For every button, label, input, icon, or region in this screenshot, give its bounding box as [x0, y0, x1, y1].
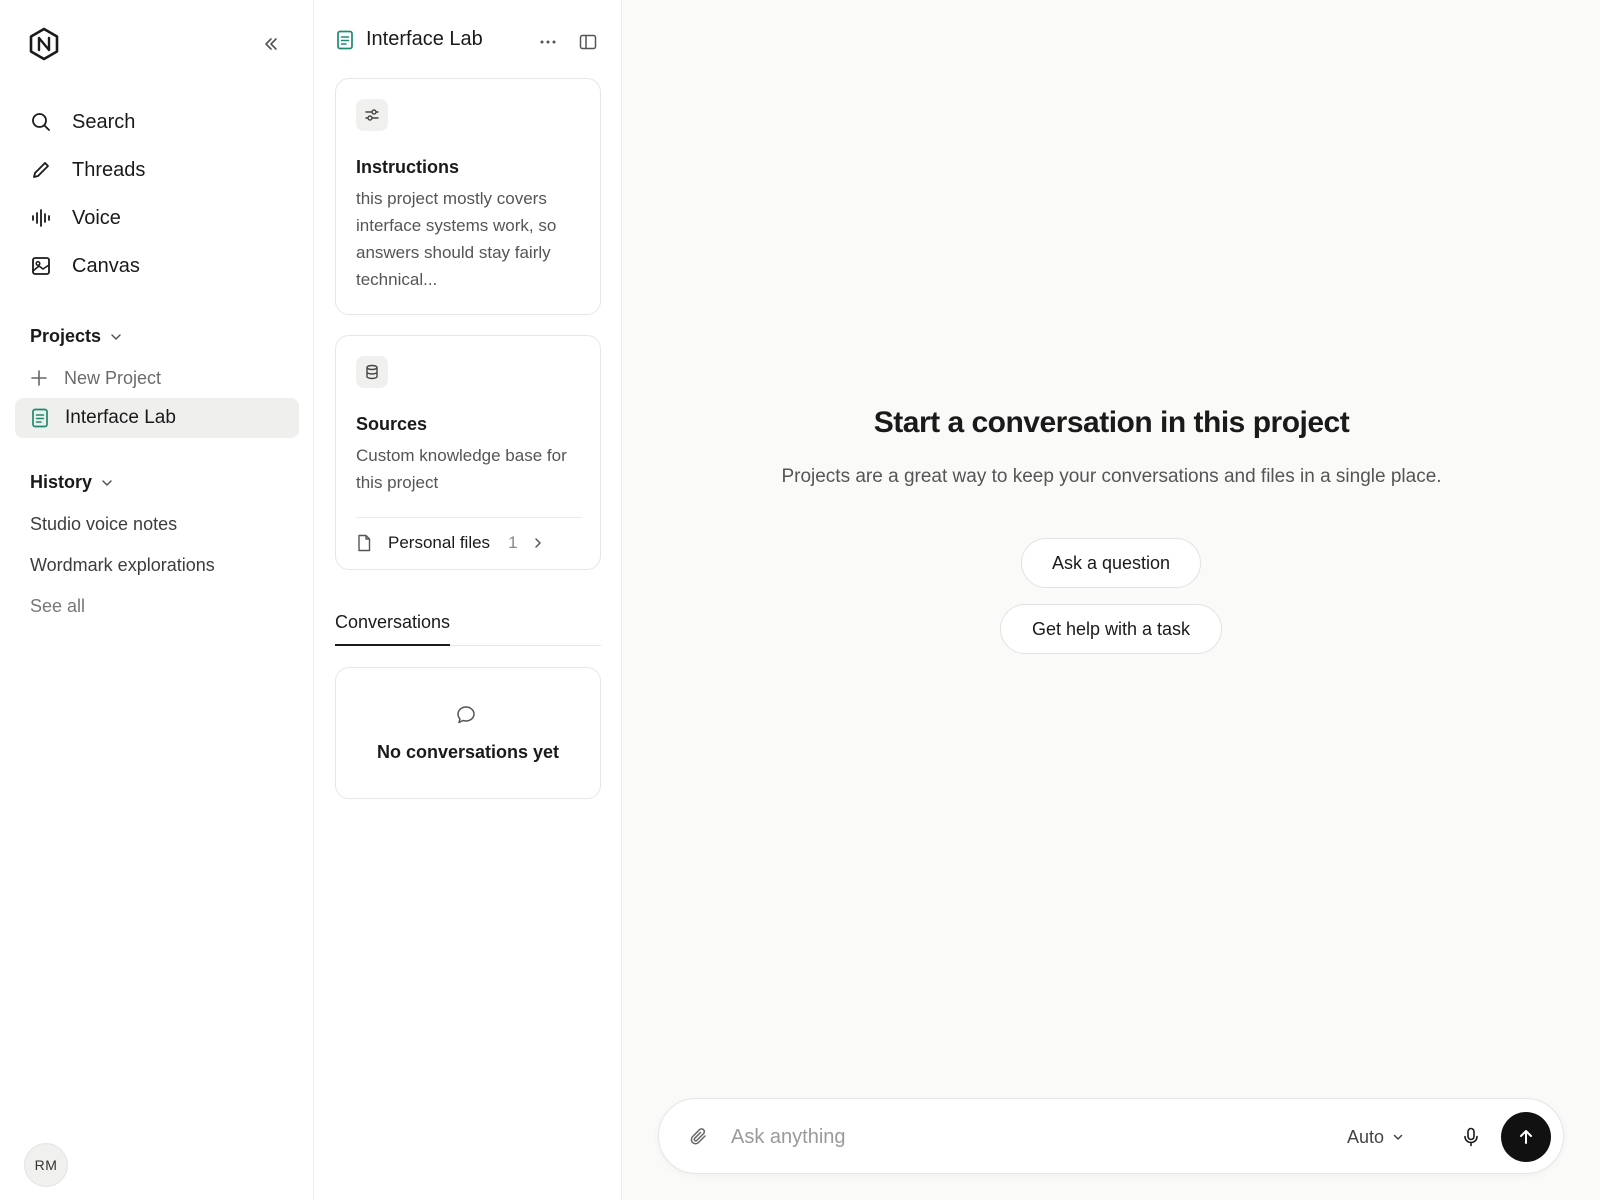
microphone-icon: [1464, 1127, 1478, 1147]
microphone-button[interactable]: [1459, 1125, 1483, 1149]
sliders-icon: [356, 99, 388, 131]
attach-button[interactable]: [687, 1125, 711, 1149]
projects-heading: Projects: [30, 326, 102, 346]
paperclip-icon: [690, 1128, 706, 1145]
history-item[interactable]: Studio voice notes: [30, 514, 177, 535]
project-item-label: Interface Lab: [65, 407, 176, 428]
instructions-text: this project mostly covers interface sys…: [356, 189, 557, 289]
tab-conversations[interactable]: Conversations: [335, 612, 451, 646]
chevron-down-icon: [1393, 1134, 1403, 1140]
project-panel: Interface Lab Instructions this project …: [314, 0, 622, 1200]
nav-item-label: Search: [72, 110, 136, 133]
new-project-button[interactable]: New Project: [30, 364, 161, 392]
empty-state-text: No conversations yet: [376, 742, 560, 762]
sources-title: Sources: [356, 414, 428, 434]
get-help-task-button[interactable]: Get help with a task: [1000, 604, 1222, 654]
sidebar-item-interface-lab[interactable]: Interface Lab: [15, 398, 299, 438]
instructions-title: Instructions: [356, 157, 460, 177]
document-icon: [32, 408, 48, 428]
history-section-toggle[interactable]: History: [30, 472, 114, 493]
mode-selector[interactable]: Auto: [1347, 1123, 1404, 1151]
nav-item-label: Canvas: [72, 254, 140, 277]
history-heading: History: [30, 472, 93, 492]
composer: Auto: [658, 1098, 1564, 1174]
project-title: Interface Lab: [366, 28, 483, 50]
nav-item-label: Voice: [72, 206, 121, 229]
project-header: Interface Lab: [336, 28, 483, 51]
database-icon: [356, 356, 388, 388]
user-avatar[interactable]: RM: [24, 1143, 68, 1187]
chevron-down-icon: [102, 479, 112, 486]
page-title: Start a conversation in this project: [873, 406, 1350, 439]
plus-icon: [31, 370, 47, 386]
left-sidebar: Search Threads Voice Canvas Projects New…: [0, 0, 314, 1200]
sidebar-panel-icon: [579, 34, 597, 50]
image-icon: [32, 257, 50, 275]
send-button[interactable]: [1501, 1112, 1551, 1162]
page-subtitle: Projects are a great way to keep your co…: [781, 466, 1442, 487]
main-area: Start a conversation in this project Pro…: [623, 0, 1600, 1200]
chat-bubble-icon: [457, 706, 475, 724]
app-logo-icon[interactable]: [27, 27, 61, 61]
see-all-history-link[interactable]: See all: [30, 596, 85, 617]
document-icon: [337, 30, 353, 49]
nav-item-label: Threads: [72, 158, 146, 181]
double-chevron-left-icon: [265, 38, 277, 50]
new-project-label: New Project: [64, 367, 162, 388]
project-more-options-button[interactable]: [536, 30, 560, 54]
divider: [356, 517, 582, 518]
collapse-sidebar-button[interactable]: [259, 32, 283, 56]
pencil-icon: [33, 162, 49, 178]
sources-text: Custom knowledge base for this project: [356, 446, 567, 492]
personal-files-label: Personal files: [388, 533, 491, 552]
mode-label: Auto: [1347, 1126, 1385, 1147]
prompt-input[interactable]: [731, 1119, 1291, 1155]
history-item[interactable]: Wordmark explorations: [30, 555, 215, 576]
personal-files-count: 1: [508, 533, 518, 552]
ask-question-button[interactable]: Ask a question: [1021, 538, 1201, 588]
file-icon: [358, 534, 371, 552]
personal-files-row[interactable]: Personal files 1: [356, 528, 582, 558]
main-nav: Search Threads Voice Canvas: [14, 98, 300, 290]
search-icon: [32, 113, 50, 131]
nav-item-threads[interactable]: Threads: [14, 146, 300, 194]
conversations-empty-card: No conversations yet: [335, 667, 601, 799]
waveform-icon: [32, 209, 50, 227]
nav-item-voice[interactable]: Voice: [14, 194, 300, 242]
chevron-down-icon: [111, 333, 121, 340]
chevron-right-icon: [532, 536, 544, 550]
toggle-panel-button[interactable]: [576, 30, 600, 54]
project-tabs: Conversations: [335, 606, 601, 646]
nav-item-search[interactable]: Search: [14, 98, 300, 146]
ellipsis-icon: [540, 40, 556, 44]
sources-card: Sources Custom knowledge base for this p…: [335, 335, 601, 570]
instructions-card[interactable]: Instructions this project mostly covers …: [335, 78, 601, 315]
arrow-up-icon: [1520, 1130, 1532, 1144]
projects-section-toggle[interactable]: Projects: [30, 326, 123, 347]
nav-item-canvas[interactable]: Canvas: [14, 242, 300, 290]
